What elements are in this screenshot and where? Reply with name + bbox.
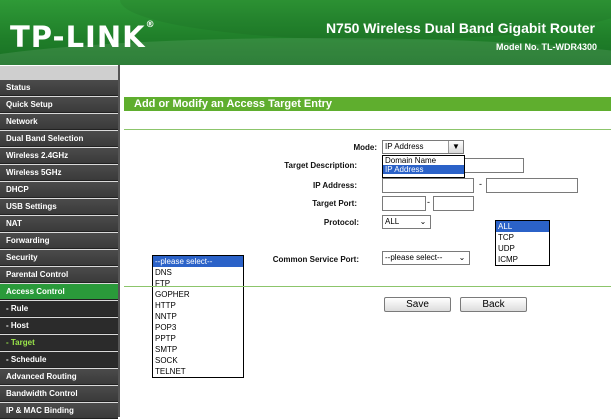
service-option-pop3[interactable]: POP3: [153, 322, 243, 333]
target-port-end-input[interactable]: [433, 196, 474, 211]
sidebar-menu: Status Quick Setup Network Dual Band Sel…: [0, 66, 118, 419]
service-option-nntp[interactable]: NNTP: [153, 311, 243, 322]
target-description-label: Target Description:: [284, 161, 357, 170]
sidebar-top-bar: [0, 66, 118, 80]
mode-dropdown-list: Domain Name IP Address: [382, 155, 465, 178]
protocol-select-value: ALL: [385, 217, 400, 226]
header-banner: TP-LINK® N750 Wireless Dual Band Gigabit…: [0, 0, 611, 65]
chevron-down-icon: ▼: [448, 141, 463, 153]
sidebar-item-wireless-24ghz[interactable]: Wireless 2.4GHz: [0, 148, 118, 164]
service-option-pptp[interactable]: PPTP: [153, 333, 243, 344]
service-option-gopher[interactable]: GOPHER: [153, 289, 243, 300]
common-service-port-label: Common Service Port:: [272, 255, 359, 264]
ip-address-end-input[interactable]: [486, 178, 578, 193]
service-option-please-select[interactable]: --please select--: [153, 256, 243, 267]
common-service-port-value: --please select--: [385, 253, 443, 262]
mode-label: Mode:: [353, 143, 377, 152]
protocol-option-all[interactable]: ALL: [496, 221, 549, 232]
sidebar-item-forwarding[interactable]: Forwarding: [0, 233, 118, 249]
port-range-separator: -: [427, 197, 430, 207]
sidebar-item-dhcp[interactable]: DHCP: [0, 182, 118, 198]
service-option-smtp[interactable]: SMTP: [153, 344, 243, 355]
sidebar-item-status[interactable]: Status: [0, 80, 118, 96]
main-content: Add or Modify an Access Target Entry Mod…: [120, 66, 611, 417]
form-divider: [124, 286, 611, 287]
target-description-input[interactable]: [465, 158, 524, 173]
sidebar-item-parental-control[interactable]: Parental Control: [0, 267, 118, 283]
page-title: Add or Modify an Access Target Entry: [124, 97, 611, 111]
common-service-port-dropdown-list: --please select-- DNS FTP GOPHER HTTP NN…: [152, 255, 244, 378]
sidebar-item-security[interactable]: Security: [0, 250, 118, 266]
service-option-dns[interactable]: DNS: [153, 267, 243, 278]
sidebar-item-network[interactable]: Network: [0, 114, 118, 130]
protocol-label: Protocol:: [323, 218, 359, 227]
sidebar-item-usb-settings[interactable]: USB Settings: [0, 199, 118, 215]
sidebar-item-access-control[interactable]: Access Control: [0, 284, 118, 300]
title-divider: [124, 129, 611, 130]
sidebar-item-quick-setup[interactable]: Quick Setup: [0, 97, 118, 113]
chevron-down-icon: ⌄: [419, 217, 427, 226]
sidebar-item-nat[interactable]: NAT: [0, 216, 118, 232]
target-port-start-input[interactable]: [382, 196, 426, 211]
service-option-sock[interactable]: SOCK: [153, 355, 243, 366]
back-button[interactable]: Back: [460, 297, 527, 312]
mode-option-ip-address[interactable]: IP Address: [383, 165, 464, 174]
ip-range-separator: -: [479, 179, 482, 189]
mode-select-value: IP Address: [385, 142, 424, 151]
ip-address-start-input[interactable]: [382, 178, 474, 193]
tp-link-logo: TP-LINK®: [10, 20, 156, 54]
chevron-down-icon: ⌄: [458, 253, 466, 262]
mode-option-domain-name[interactable]: Domain Name: [383, 156, 464, 165]
sidebar-item-host[interactable]: - Host: [0, 318, 118, 334]
protocol-option-tcp[interactable]: TCP: [496, 232, 549, 243]
protocol-dropdown-list: ALL TCP UDP ICMP: [495, 220, 550, 266]
mode-select[interactable]: IP Address ▼: [382, 140, 464, 154]
common-service-port-select[interactable]: --please select-- ⌄: [382, 251, 470, 265]
service-option-telnet[interactable]: TELNET: [153, 366, 243, 377]
save-button[interactable]: Save: [384, 297, 451, 312]
sidebar-item-advanced-routing[interactable]: Advanced Routing: [0, 369, 118, 385]
service-option-ftp[interactable]: FTP: [153, 278, 243, 289]
protocol-option-icmp[interactable]: ICMP: [496, 254, 549, 265]
router-name: N750 Wireless Dual Band Gigabit Router: [325, 20, 595, 36]
sidebar-item-target[interactable]: - Target: [0, 335, 118, 351]
sidebar-item-rule[interactable]: - Rule: [0, 301, 118, 317]
service-option-http[interactable]: HTTP: [153, 300, 243, 311]
sidebar-item-dual-band-selection[interactable]: Dual Band Selection: [0, 131, 118, 147]
ip-address-label: IP Address:: [312, 181, 357, 190]
model-number: Model No. TL-WDR4300: [495, 42, 597, 52]
sidebar-item-bandwidth-control[interactable]: Bandwidth Control: [0, 386, 118, 402]
sidebar-item-schedule[interactable]: - Schedule: [0, 352, 118, 368]
protocol-select[interactable]: ALL ⌄: [382, 215, 431, 229]
target-port-label: Target Port:: [312, 199, 357, 208]
protocol-option-udp[interactable]: UDP: [496, 243, 549, 254]
sidebar-item-wireless-5ghz[interactable]: Wireless 5GHz: [0, 165, 118, 181]
